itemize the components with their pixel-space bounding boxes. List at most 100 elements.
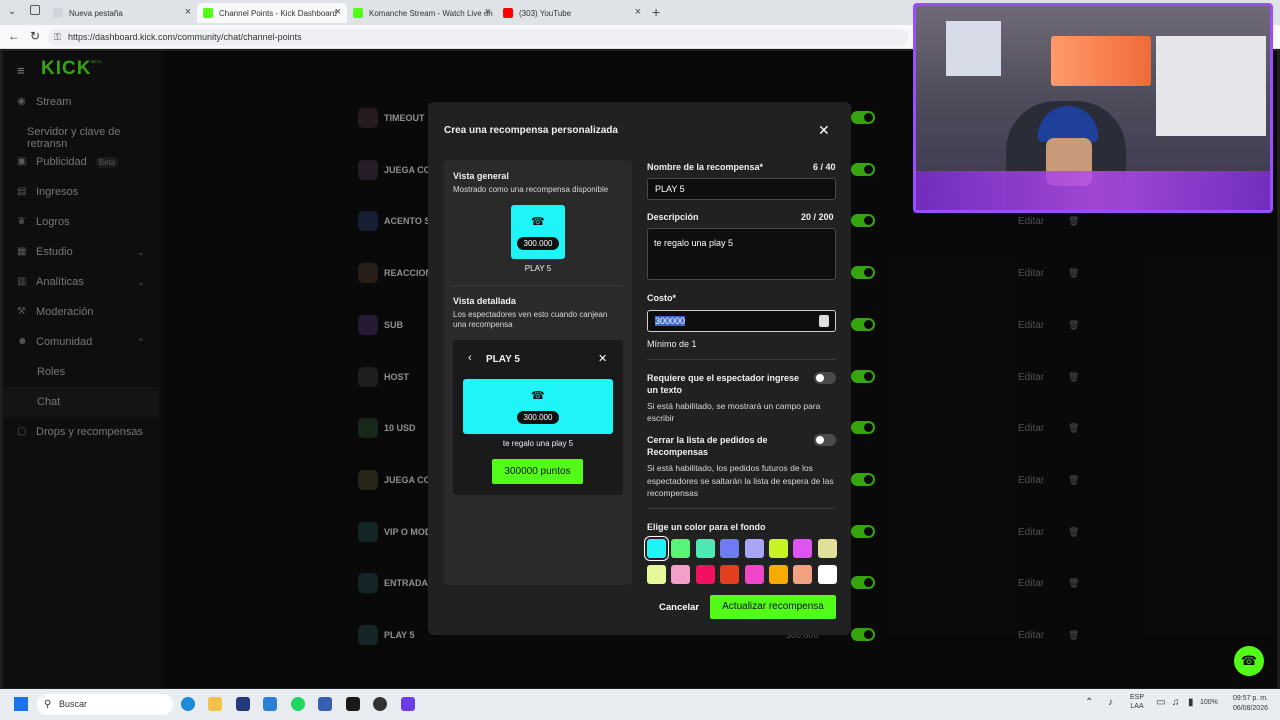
tab-title: Komanche Stream - Watch Live on	[369, 8, 493, 18]
detail-description: te regalo una play 5	[502, 439, 574, 448]
detail-preview: ‹ PLAY 5 ✕ ☎ 300.000 te regalo una play …	[453, 340, 623, 495]
mail-icon[interactable]	[263, 697, 277, 711]
monitor-glow-shape	[1051, 36, 1151, 86]
close-tab-icon[interactable]: ×	[485, 6, 491, 18]
number-stepper-icon[interactable]	[819, 315, 829, 327]
kick-favicon-icon	[203, 8, 213, 18]
tab-komanche-stream[interactable]: Komanche Stream - Watch Live on ×	[347, 3, 497, 23]
color-swatch[interactable]	[744, 565, 764, 584]
input-value: PLAY 5	[655, 184, 685, 194]
update-reward-button[interactable]: Actualizar recompensa	[710, 595, 836, 619]
chevron-left-icon: ‹	[468, 352, 472, 364]
color-swatch[interactable]	[769, 539, 788, 558]
require-text-toggle[interactable]	[814, 372, 836, 384]
cancel-button[interactable]: Cancelar	[659, 602, 699, 613]
name-label: Nombre de la recompensa*	[647, 162, 764, 172]
reward-gift-icon: ☎	[531, 216, 545, 228]
youtube-favicon-icon	[503, 8, 513, 18]
microphone-icon[interactable]: ♪	[1108, 697, 1113, 708]
color-swatch[interactable]	[793, 565, 813, 584]
new-tab-icon[interactable]: +	[652, 4, 660, 20]
close-icon[interactable]: ✕	[818, 122, 830, 139]
close-icon: ✕	[598, 353, 608, 365]
spotify-icon[interactable]	[291, 697, 305, 711]
color-label: Elige un color para el fondo	[647, 522, 766, 532]
tab-youtube[interactable]: (303) YouTube ×	[497, 3, 647, 23]
reward-card-preview: ☎ 300.000	[511, 205, 565, 259]
kick-app-icon[interactable]	[346, 697, 360, 711]
tab-list-icon[interactable]: ⌄	[8, 6, 16, 17]
workspaces-icon[interactable]	[30, 5, 40, 15]
skip-queue-toggle[interactable]	[814, 434, 836, 446]
color-swatch[interactable]	[720, 565, 740, 584]
obs-icon[interactable]	[373, 697, 387, 711]
taskbar-search[interactable]: ⚲ Buscar	[37, 694, 173, 715]
search-placeholder: Buscar	[59, 699, 88, 709]
color-swatch[interactable]	[817, 539, 837, 558]
app-icon[interactable]	[318, 697, 332, 711]
detail-cost-pill: 300.000	[517, 411, 559, 424]
detail-card: ☎ 300.000	[463, 379, 613, 434]
skip-queue-label: Cerrar la lista de pedidos de Recompensa…	[647, 435, 768, 457]
close-tab-icon[interactable]: ×	[335, 6, 341, 18]
color-swatch[interactable]	[793, 539, 813, 558]
tab-channel-points[interactable]: Channel Points - Kick Dashboard ×	[197, 3, 347, 23]
clock-date: 06/08/2026	[1232, 705, 1268, 712]
require-text-help: Si está habilitado, se mostrará un campo…	[647, 401, 821, 423]
app-icon[interactable]	[401, 697, 415, 711]
color-swatch[interactable]	[695, 565, 715, 584]
overview-title: Vista general	[453, 171, 509, 181]
color-swatch[interactable]	[647, 539, 666, 558]
color-swatch[interactable]	[647, 565, 666, 584]
color-swatch[interactable]	[695, 539, 715, 558]
redeem-button: 300000 puntos	[492, 459, 583, 484]
cost-input[interactable]: 300000	[647, 310, 836, 332]
divider	[647, 359, 836, 360]
support-chat-icon[interactable]: ☎	[1234, 646, 1264, 676]
reward-cost-pill: 300.000	[517, 237, 559, 250]
preview-panel: Vista general Mostrado como una recompen…	[444, 160, 632, 585]
description-char-count: 20 / 200	[801, 212, 834, 222]
url-text: https://dashboard.kick.com/community/cha…	[68, 32, 302, 42]
store-icon[interactable]	[236, 697, 250, 711]
url-field[interactable]: ⚿ https://dashboard.kick.com/community/c…	[48, 29, 908, 46]
volume-icon[interactable]: ♫	[1172, 697, 1180, 708]
divider	[453, 285, 623, 286]
windows-taskbar: ⚲ Buscar ⌃ ♪ ESP LAA ▭ ♫ ▮ 100% 09:57 p. …	[0, 689, 1280, 720]
color-swatch[interactable]	[817, 565, 837, 584]
network-icon[interactable]: ▭	[1156, 697, 1165, 708]
close-tab-icon[interactable]: ×	[185, 6, 191, 18]
reward-card-name: PLAY 5	[524, 264, 552, 273]
reload-icon[interactable]: ↻	[30, 29, 40, 43]
webcam-overlay	[913, 3, 1273, 213]
overview-subtitle: Mostrado como una recompensa disponible	[453, 185, 609, 194]
tab-new[interactable]: Nueva pestaña ×	[47, 3, 197, 23]
color-swatch[interactable]	[671, 539, 691, 558]
input-value: 300000	[655, 316, 686, 326]
reward-name-input[interactable]: PLAY 5	[647, 178, 836, 200]
modal-title: Crea una recompensa personalizada	[444, 125, 618, 136]
description-textarea[interactable]: te regalo una play 5	[647, 228, 836, 280]
clock-time: 09:57 p. m.	[1232, 695, 1268, 702]
back-icon[interactable]: ←	[8, 29, 20, 43]
skip-queue-help: Si está habilitado, los pedidos futuros …	[647, 463, 834, 498]
tab-title: Nueva pestaña	[69, 8, 123, 18]
clock[interactable]: 09:57 p. m. 06/08/2026	[1228, 694, 1268, 714]
detail-title: Vista detallada	[453, 296, 516, 306]
color-swatch[interactable]	[744, 539, 764, 558]
color-swatch[interactable]	[769, 565, 788, 584]
cost-minimum: Mínimo de 1	[647, 339, 697, 349]
color-swatch[interactable]	[671, 565, 691, 584]
battery-icon[interactable]: ▮	[1188, 697, 1194, 708]
windows-start-icon[interactable]	[14, 697, 28, 711]
tab-title: (303) YouTube	[519, 8, 572, 18]
language-indicator[interactable]: ESP LAA	[1130, 693, 1144, 711]
flag-shape	[946, 21, 1001, 76]
file-explorer-icon[interactable]	[208, 697, 222, 711]
site-info-icon[interactable]: ⚿	[54, 29, 61, 46]
edge-icon[interactable]	[181, 697, 195, 711]
create-reward-modal: Crea una recompensa personalizada ✕ Vist…	[428, 102, 851, 635]
close-tab-icon[interactable]: ×	[635, 6, 641, 18]
chevron-up-icon[interactable]: ⌃	[1085, 697, 1093, 708]
color-swatch[interactable]	[720, 539, 740, 558]
